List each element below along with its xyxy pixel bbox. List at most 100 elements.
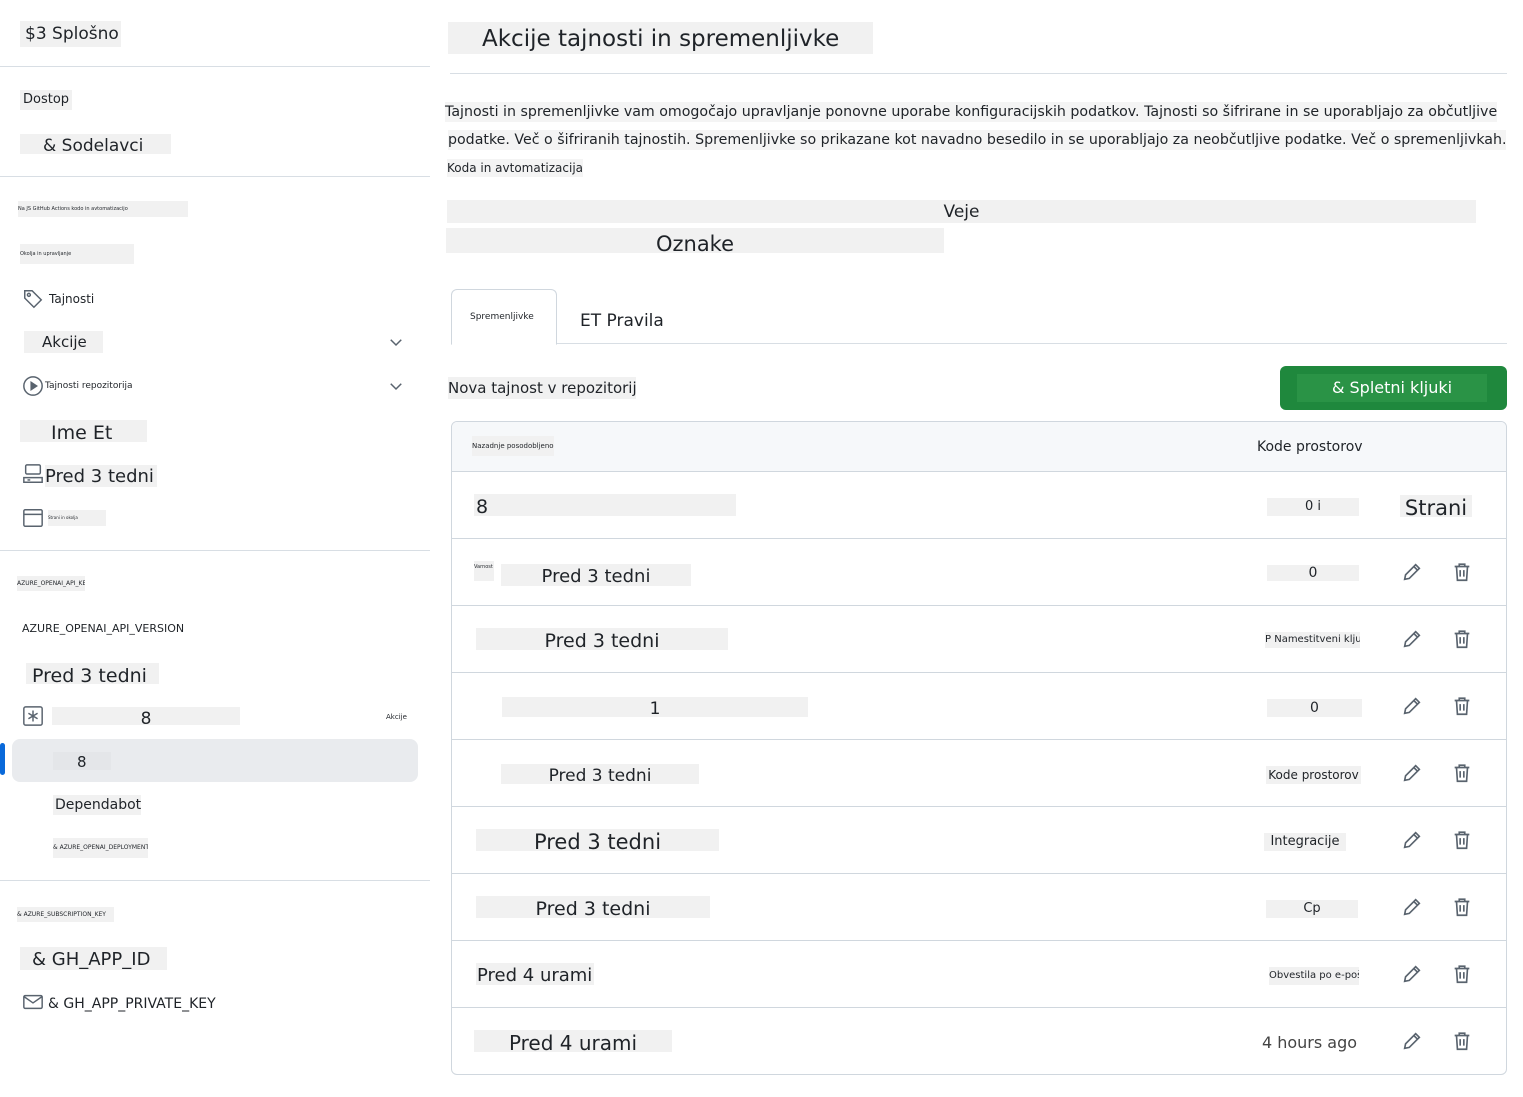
browser-window-icon xyxy=(22,507,44,529)
row-value: Obvestila po e-pošti xyxy=(1269,967,1359,985)
tag-icon xyxy=(22,288,44,310)
row-name: Pred 3 tedni xyxy=(501,564,691,586)
edit-pencil-icon[interactable] xyxy=(1401,561,1423,583)
sidebar-item-repo-secrets[interactable]: Tajnosti repozitorija xyxy=(45,379,133,393)
sidebar-item-azure-openai-api-version[interactable]: AZURE_OPENAI_API_VERSION xyxy=(22,621,184,637)
page-title-box: Akcije tajnosti in spremenljivke xyxy=(448,22,873,54)
edit-pencil-icon[interactable] xyxy=(1401,628,1423,650)
delete-trash-icon[interactable] xyxy=(1451,762,1473,784)
sidebar-item-actions[interactable]: Akcije xyxy=(24,331,103,353)
sidebar-item-azure-subscription-key[interactable]: & AZURE_SUBSCRIPTION_KEY xyxy=(17,907,114,922)
row-value: 0 xyxy=(1267,699,1362,717)
tags-link[interactable]: Oznake xyxy=(446,228,944,253)
divider xyxy=(0,176,430,177)
delete-trash-icon[interactable] xyxy=(1451,896,1473,918)
settings-sidebar: $3 Splošno Dostop & Sodelavci Na JS GitH… xyxy=(0,0,430,1097)
edit-pencil-icon[interactable] xyxy=(1401,963,1423,985)
new-secret-button-label: & Spletni kljuki xyxy=(1297,374,1487,402)
tab-variables-label: Spremenljivke xyxy=(470,312,534,322)
active-indicator xyxy=(0,743,5,775)
pages-link[interactable]: Strani xyxy=(1400,495,1472,517)
sidebar-item-three-weeks-2[interactable]: Pred 3 tedni xyxy=(26,663,159,684)
row-value: 4 hours ago xyxy=(1261,1033,1358,1052)
row-value: Kode prostorov xyxy=(1266,766,1361,784)
table-row: 10 xyxy=(452,673,1506,740)
chevron-down-icon[interactable] xyxy=(387,333,405,351)
tab-rules-label: ET Pravila xyxy=(580,311,664,331)
table-row: 8 0 i Strani xyxy=(452,472,1506,539)
column-header-updated: Nazadnje posodobljeno xyxy=(472,436,554,456)
delete-trash-icon[interactable] xyxy=(1451,963,1473,985)
description-line-3[interactable]: Koda in avtomatizacija xyxy=(447,159,584,177)
table-row: Pred 3 tedni Kode prostorov xyxy=(452,740,1506,807)
tabs-divider xyxy=(451,343,1507,344)
sidebar-item-azure-deployment[interactable]: & AZURE_OPENAI_DEPLOYMENT xyxy=(53,838,148,858)
edit-pencil-icon[interactable] xyxy=(1401,762,1423,784)
table-row: Pred 3 tedni Cp xyxy=(452,874,1506,941)
edit-pencil-icon[interactable] xyxy=(1401,896,1423,918)
row-value: Integracije xyxy=(1264,833,1346,851)
sidebar-general[interactable]: $3 Splošno xyxy=(20,21,121,47)
sidebar-item-eight-active[interactable]: 8 xyxy=(53,752,111,770)
delete-trash-icon[interactable] xyxy=(1451,628,1473,650)
description-line-2: podatke. Več o šifriranih tajnostih. Spr… xyxy=(448,130,1507,150)
edit-pencil-icon[interactable] xyxy=(1401,1030,1423,1052)
table-row: Pred 4 urami Obvestila po e-pošti xyxy=(452,941,1506,1008)
row-name: 1 xyxy=(502,697,808,717)
table-row: Pred 3 tedni Integracije xyxy=(452,807,1506,874)
sidebar-item-code-automation[interactable]: Na JS GitHub Actions kodo in avtomatizac… xyxy=(18,201,188,217)
tags-label: Oznake xyxy=(655,232,735,253)
row-name: Pred 4 urami xyxy=(474,1030,672,1052)
sidebar-heading-access: Dostop xyxy=(20,90,72,110)
branches-label: Veje xyxy=(943,202,980,222)
sidebar-item-name-et[interactable]: Ime Et xyxy=(20,420,147,442)
table-row: Pred 4 urami 4 hours ago xyxy=(452,1008,1506,1074)
row-name: 8 xyxy=(474,494,736,516)
sidebar-item-gh-app-private-key[interactable]: & GH_APP_PRIVATE_KEY xyxy=(48,994,216,1014)
table-row: Pred 3 tedni P Namestitveni ključi xyxy=(452,606,1506,673)
sidebar-item-three-weeks[interactable]: Pred 3 tedni xyxy=(45,465,157,487)
edit-pencil-icon[interactable] xyxy=(1401,829,1423,851)
tab-rules[interactable]: ET Pravila xyxy=(580,309,664,333)
codespaces-icon xyxy=(22,463,44,485)
delete-trash-icon[interactable] xyxy=(1451,1030,1473,1052)
sidebar-item-gh-app-id[interactable]: & GH_APP_ID xyxy=(20,947,167,970)
page-title: Akcije tajnosti in spremenljivke xyxy=(482,26,840,52)
row-value: 0 i xyxy=(1267,498,1359,516)
tab-variables[interactable]: Spremenljivke xyxy=(451,289,557,345)
edit-pencil-icon[interactable] xyxy=(1401,695,1423,717)
sidebar-item-eight[interactable]: 8 xyxy=(52,707,240,725)
description-line-1: Tajnosti in spremenljivke vam omogočajo … xyxy=(445,102,1498,122)
row-name: Pred 3 tedni xyxy=(476,628,728,650)
row-name: Pred 4 urami xyxy=(476,963,594,985)
column-header-codespaces: Kode prostorov xyxy=(1257,439,1363,455)
play-circle-icon xyxy=(22,375,44,397)
delete-trash-icon[interactable] xyxy=(1451,829,1473,851)
delete-trash-icon[interactable] xyxy=(1451,695,1473,717)
section-title: Nova tajnost v repozitoriju xyxy=(448,377,636,399)
row-name: Pred 3 tedni xyxy=(501,764,699,784)
row-value: Cp xyxy=(1266,900,1358,918)
sidebar-item-akcije-small: Akcije xyxy=(386,713,407,721)
mail-icon xyxy=(22,991,44,1013)
delete-trash-icon[interactable] xyxy=(1451,561,1473,583)
divider xyxy=(0,880,430,881)
sidebar-item-collaborators[interactable]: & Sodelavci xyxy=(20,134,171,154)
sidebar-item-secrets[interactable]: Tajnosti xyxy=(49,291,94,307)
sidebar-item-environments[interactable]: Okolja in upravljanje xyxy=(20,244,134,264)
branches-link[interactable]: Veje xyxy=(447,200,1476,223)
sidebar-item-azure-openai-api-key[interactable]: AZURE_OPENAI_API_KEY xyxy=(17,576,85,591)
variables-table: Nazadnje posodobljeno Kode prostorov 8 0 … xyxy=(451,421,1507,1075)
new-secret-button[interactable]: & Spletni kljuki xyxy=(1280,366,1507,410)
table-row: Pred 3 tedni Varnost 0 xyxy=(452,539,1506,606)
row-value: 0 xyxy=(1267,565,1359,581)
table-header: Nazadnje posodobljeno Kode prostorov xyxy=(452,422,1506,472)
divider xyxy=(0,66,430,67)
row-name: Pred 3 tedni xyxy=(476,896,710,918)
asterisk-icon xyxy=(22,705,44,727)
chevron-down-icon[interactable] xyxy=(387,377,405,395)
row-prefix: Varnost xyxy=(474,561,494,581)
sidebar-item-pages[interactable]: Strani in okolja xyxy=(48,510,106,526)
divider xyxy=(0,550,430,551)
sidebar-item-dependabot[interactable]: Dependabot xyxy=(53,795,141,815)
